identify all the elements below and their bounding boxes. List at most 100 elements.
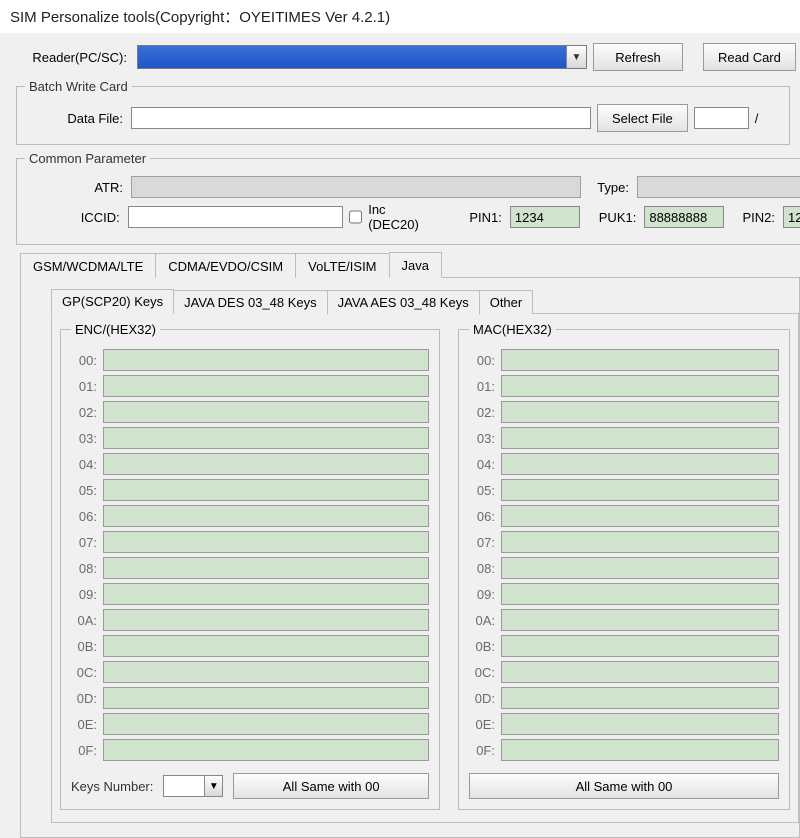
datafile-input[interactable] [131,107,591,129]
mac-key-label: 0A: [469,613,495,628]
enc-key-label: 03: [71,431,97,446]
enc-key-row: 08: [71,557,429,579]
reader-label: Reader(PC/SC): [26,50,131,65]
enc-key-input-04[interactable] [103,453,429,475]
iccid-input[interactable] [128,206,343,228]
mac-key-input-07[interactable] [501,531,779,553]
common-legend: Common Parameter [25,151,150,166]
enc-key-row: 04: [71,453,429,475]
mac-key-input-0D[interactable] [501,687,779,709]
enc-key-input-08[interactable] [103,557,429,579]
chevron-down-icon[interactable]: ▼ [566,46,586,68]
main-tab-java[interactable]: Java [389,252,442,278]
enc-key-label: 0B: [71,639,97,654]
mac-all-same-button[interactable]: All Same with 00 [469,773,779,799]
atr-label: ATR: [25,180,125,195]
mac-key-label: 0E: [469,717,495,732]
mac-key-label: 03: [469,431,495,446]
sub-tab-java-des-03-48-keys[interactable]: JAVA DES 03_48 Keys [173,290,327,314]
enc-key-input-0A[interactable] [103,609,429,631]
mac-key-input-0E[interactable] [501,713,779,735]
enc-key-row: 00: [71,349,429,371]
mac-key-input-02[interactable] [501,401,779,423]
mac-key-row: 05: [469,479,779,501]
mac-legend: MAC(HEX32) [469,322,556,337]
enc-legend: ENC/(HEX32) [71,322,160,337]
mac-key-input-01[interactable] [501,375,779,397]
enc-key-label: 0E: [71,717,97,732]
pin2-input[interactable] [783,206,800,228]
mac-key-input-06[interactable] [501,505,779,527]
enc-key-label: 0D: [71,691,97,706]
inc-checkbox[interactable] [349,210,363,224]
mac-key-label: 0F: [469,743,495,758]
enc-key-input-0C[interactable] [103,661,429,683]
refresh-button[interactable]: Refresh [593,43,683,71]
enc-key-input-0B[interactable] [103,635,429,657]
chevron-down-icon[interactable]: ▼ [204,776,222,796]
main-tabstrip: GSM/WCDMA/LTECDMA/EVDO/CSIMVoLTE/ISIMJav… [20,251,800,278]
gp-keys-body: ENC/(HEX32) 00:01:02:03:04:05:06:07:08:0… [51,314,799,823]
mac-key-input-0A[interactable] [501,609,779,631]
mac-key-label: 08: [469,561,495,576]
mac-key-label: 02: [469,405,495,420]
mac-key-input-05[interactable] [501,479,779,501]
keys-number-combo[interactable]: ▼ [163,775,223,797]
type-label: Type: [587,180,631,195]
enc-key-label: 01: [71,379,97,394]
mac-key-label: 05: [469,483,495,498]
enc-key-input-0D[interactable] [103,687,429,709]
main-area: Reader(PC/SC): ▼ Refresh Read Card Batch… [0,33,800,838]
mac-key-input-0C[interactable] [501,661,779,683]
sub-tab-other[interactable]: Other [479,290,534,314]
mac-key-input-09[interactable] [501,583,779,605]
enc-key-row: 0D: [71,687,429,709]
enc-key-input-07[interactable] [103,531,429,553]
mac-key-row: 08: [469,557,779,579]
pin1-input[interactable] [510,206,580,228]
enc-key-label: 00: [71,353,97,368]
enc-key-input-0F[interactable] [103,739,429,761]
mac-key-row: 0B: [469,635,779,657]
enc-key-input-05[interactable] [103,479,429,501]
puk1-input[interactable] [644,206,724,228]
common-parameter-group: Common Parameter ATR: Type: ICCID: Inc (… [16,151,800,245]
main-tab-cdma-evdo-csim[interactable]: CDMA/EVDO/CSIM [155,253,296,278]
mac-key-input-04[interactable] [501,453,779,475]
keys-number-input[interactable] [164,776,204,796]
enc-key-row: 07: [71,531,429,553]
batch-legend: Batch Write Card [25,79,132,94]
mac-key-row: 01: [469,375,779,397]
sub-tab-gp-scp20-keys[interactable]: GP(SCP20) Keys [51,289,174,314]
sub-tabstrip: GP(SCP20) KeysJAVA DES 03_48 KeysJAVA AE… [51,288,799,314]
mac-key-input-00[interactable] [501,349,779,371]
mac-key-input-03[interactable] [501,427,779,449]
main-tab-gsm-wcdma-lte[interactable]: GSM/WCDMA/LTE [20,253,156,278]
mac-key-label: 01: [469,379,495,394]
mac-key-row: 02: [469,401,779,423]
main-tab-volte-isim[interactable]: VoLTE/ISIM [295,253,389,278]
mac-key-input-0B[interactable] [501,635,779,657]
enc-key-row: 01: [71,375,429,397]
puk1-label: PUK1: [592,210,638,225]
enc-key-input-03[interactable] [103,427,429,449]
enc-key-input-06[interactable] [103,505,429,527]
enc-key-input-02[interactable] [103,401,429,423]
enc-key-label: 04: [71,457,97,472]
type-field [637,176,800,198]
enc-key-input-0E[interactable] [103,713,429,735]
enc-key-input-01[interactable] [103,375,429,397]
mac-key-label: 0B: [469,639,495,654]
enc-key-input-00[interactable] [103,349,429,371]
batch-extra-input[interactable] [694,107,749,129]
mac-key-input-08[interactable] [501,557,779,579]
sub-tab-java-aes-03-48-keys[interactable]: JAVA AES 03_48 Keys [327,290,480,314]
reader-select[interactable]: ▼ [137,45,587,69]
reader-row: Reader(PC/SC): ▼ Refresh Read Card [6,39,800,75]
read-card-button[interactable]: Read Card [703,43,796,71]
enc-key-input-09[interactable] [103,583,429,605]
mac-key-input-0F[interactable] [501,739,779,761]
enc-key-row: 0B: [71,635,429,657]
enc-all-same-button[interactable]: All Same with 00 [233,773,429,799]
select-file-button[interactable]: Select File [597,104,688,132]
